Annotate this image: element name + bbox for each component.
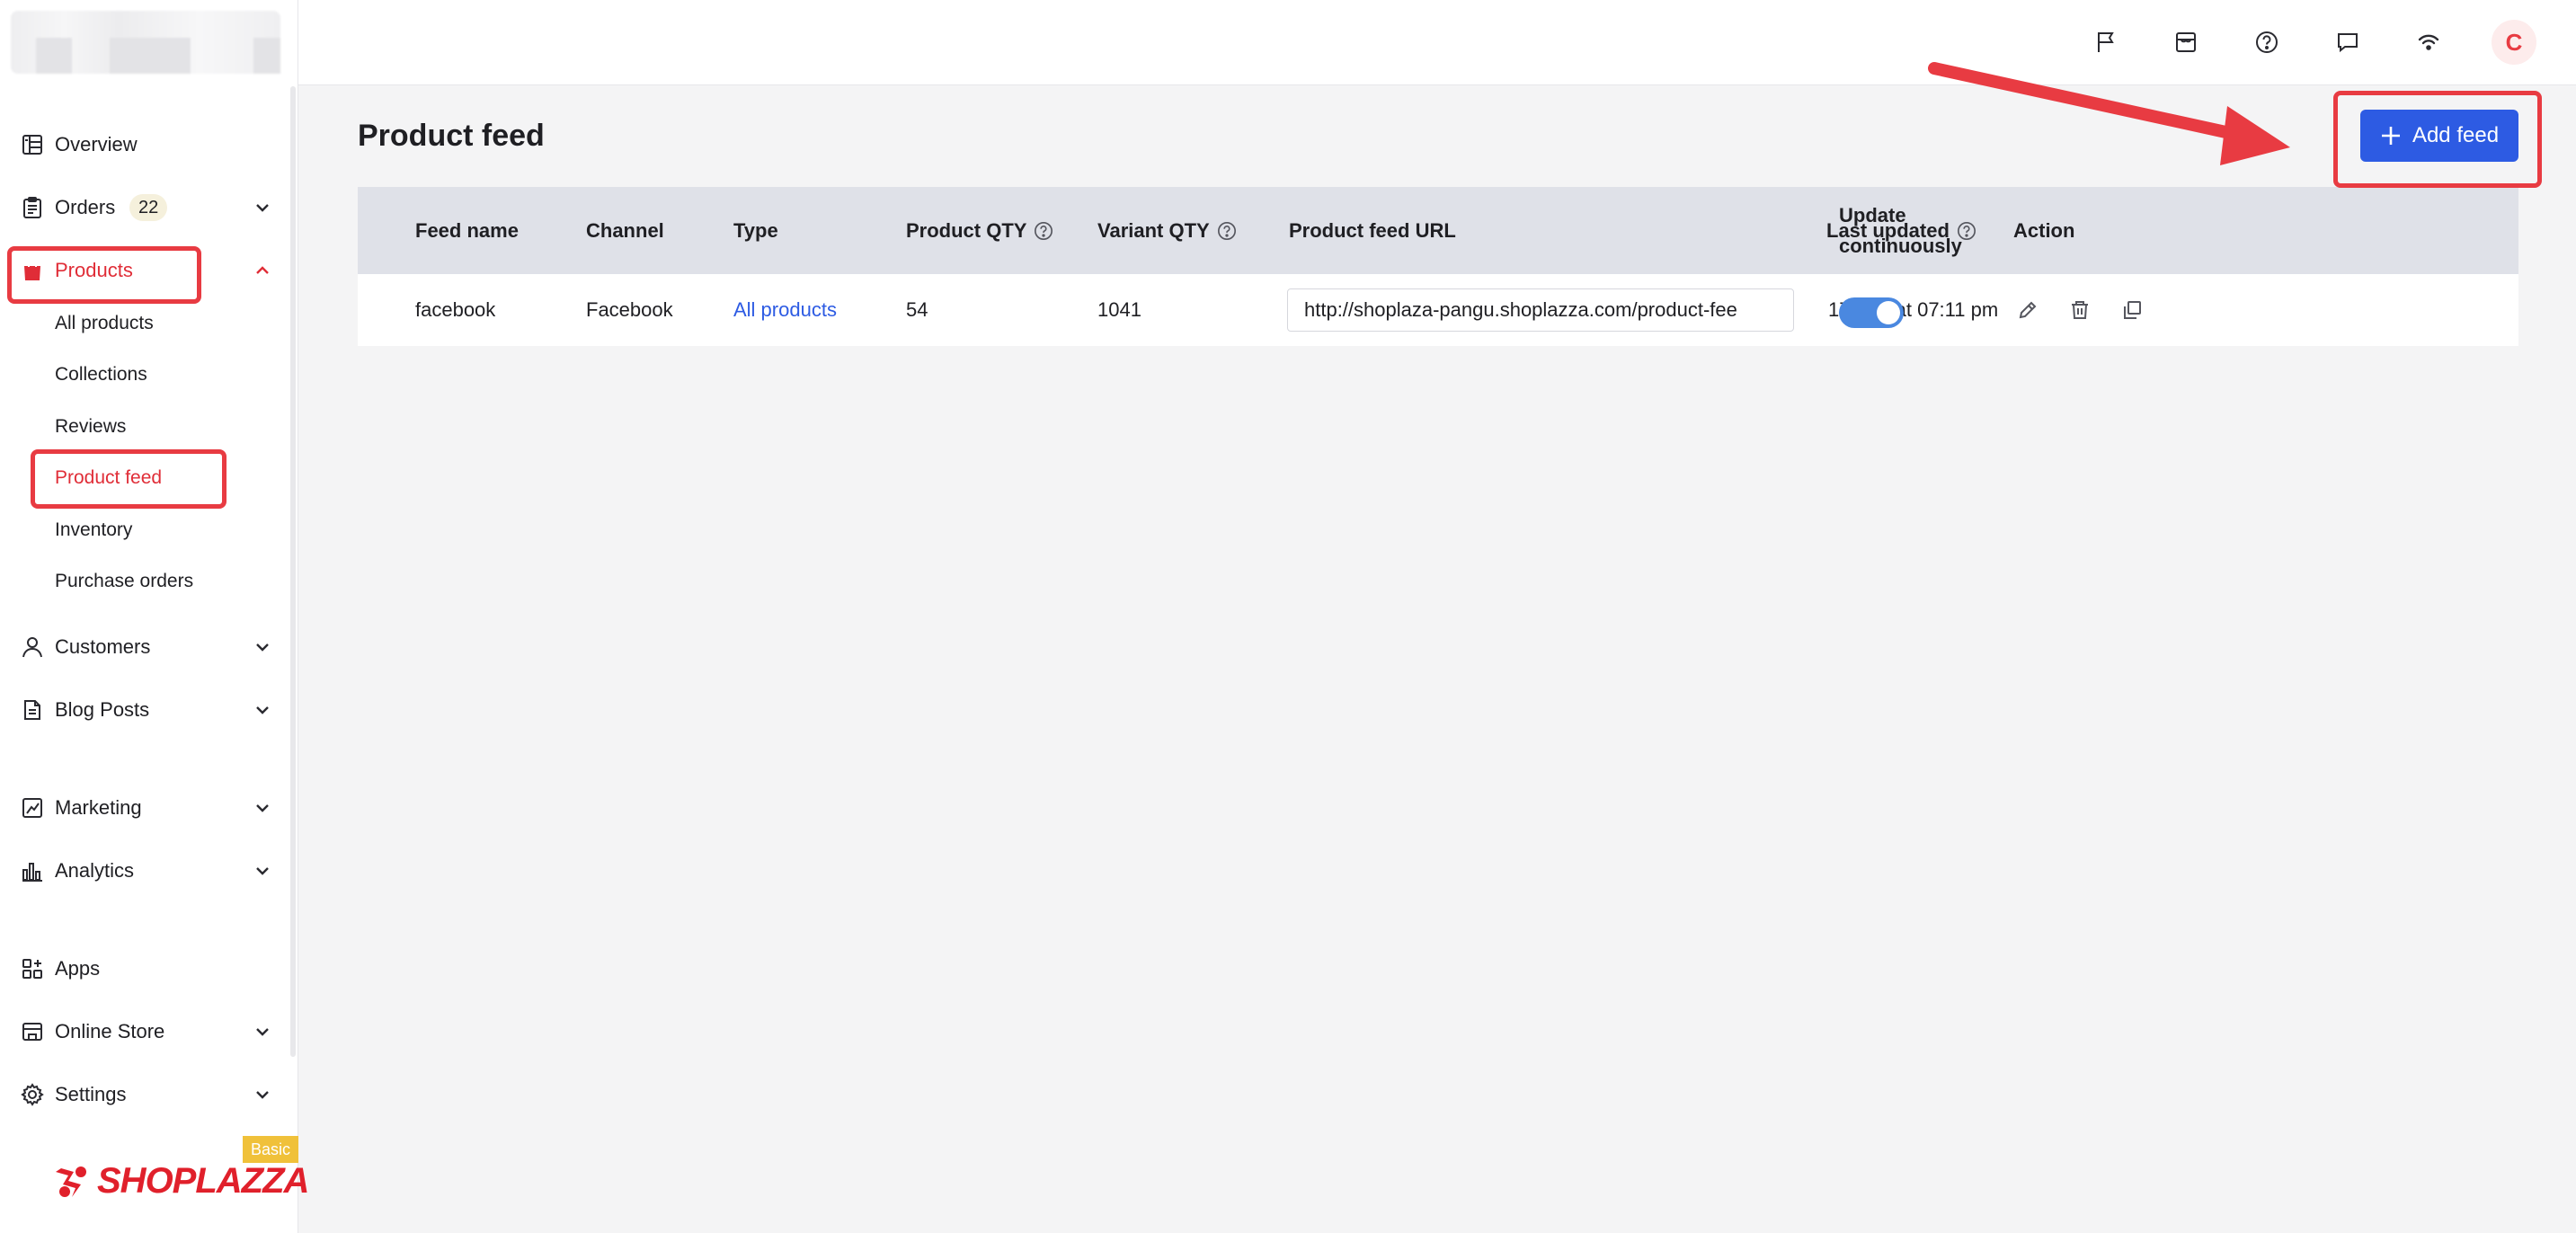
sidebar-item-customers[interactable]: Customers bbox=[0, 625, 288, 670]
sidebar-scrollbar[interactable] bbox=[290, 86, 296, 1057]
toggle-knob bbox=[1877, 301, 1900, 324]
store-icon bbox=[20, 1019, 45, 1044]
sidebar-item-label: Products bbox=[55, 259, 133, 281]
sidebar-subitem-reviews[interactable]: Reviews bbox=[55, 416, 126, 438]
sidebar: Overview Orders 22 Products All products bbox=[0, 0, 309, 1233]
column-header-label-line1: Update bbox=[1839, 203, 1906, 226]
app-root: Overview Orders 22 Products All products bbox=[0, 0, 2576, 1233]
product-feed-table: Feed name Channel Type Product QTY Varia… bbox=[358, 187, 2518, 346]
table-row: facebook Facebook All products 54 1041 1… bbox=[358, 274, 2518, 346]
sidebar-item-blog-posts[interactable]: Blog Posts bbox=[0, 687, 288, 732]
sidebar-item-label: Overview bbox=[55, 133, 138, 155]
chevron-down-icon bbox=[256, 204, 269, 212]
chevron-down-icon bbox=[256, 1028, 269, 1036]
wifi-icon[interactable] bbox=[2412, 25, 2446, 59]
sidebar-item-analytics[interactable]: Analytics bbox=[0, 848, 288, 893]
document-icon bbox=[20, 697, 45, 723]
orders-icon bbox=[20, 195, 45, 220]
marketing-icon bbox=[20, 795, 45, 821]
sidebar-item-label: Analytics bbox=[55, 859, 135, 882]
column-header-product-qty: Product QTY bbox=[906, 187, 1053, 274]
sidebar-item-label: Orders bbox=[55, 196, 116, 218]
sidebar-item-apps[interactable]: Apps bbox=[0, 946, 288, 991]
sidebar-item-products[interactable]: Products bbox=[0, 248, 288, 293]
add-feed-button[interactable]: Add feed bbox=[2360, 110, 2518, 162]
column-header-url: Product feed URL bbox=[1289, 218, 1456, 242]
brand-name: SHOPLAZZA bbox=[97, 1161, 309, 1201]
column-header-label-line2: continuously bbox=[1839, 234, 1962, 257]
cell-type-link[interactable]: All products bbox=[733, 274, 837, 346]
table-header: Feed name Channel Type Product QTY Varia… bbox=[358, 187, 2518, 274]
flag-icon[interactable] bbox=[2089, 25, 2123, 59]
help-icon[interactable] bbox=[1217, 221, 1237, 241]
chevron-down-icon bbox=[256, 867, 269, 875]
sidebar-item-orders[interactable]: Orders 22 bbox=[0, 185, 288, 230]
delete-icon[interactable] bbox=[2065, 296, 2094, 324]
avatar[interactable]: C bbox=[2492, 20, 2536, 65]
sidebar-item-label: Apps bbox=[55, 957, 101, 980]
copy-icon[interactable] bbox=[2118, 296, 2146, 324]
user-icon bbox=[20, 634, 45, 660]
column-header-label: Product QTY bbox=[906, 218, 1027, 242]
cell-product-qty: 54 bbox=[906, 298, 928, 321]
sidebar-item-overview[interactable]: Overview bbox=[0, 122, 288, 167]
chevron-down-icon bbox=[256, 1091, 269, 1099]
gear-icon bbox=[20, 1082, 45, 1107]
sidebar-item-label: Online Store bbox=[55, 1020, 165, 1042]
column-header-type: Type bbox=[733, 218, 778, 242]
store-icon[interactable] bbox=[2169, 25, 2203, 59]
cell-variant-qty: 1041 bbox=[1097, 298, 1141, 321]
sidebar-subitem-purchase-orders[interactable]: Purchase orders bbox=[55, 571, 193, 592]
plan-badge: Basic bbox=[243, 1136, 298, 1163]
column-header-variant-qty: Variant QTY bbox=[1097, 187, 1237, 274]
sidebar-item-label: Settings bbox=[55, 1083, 127, 1105]
column-header-action: Action bbox=[2013, 218, 2075, 242]
page-title: Product feed bbox=[358, 119, 545, 153]
sidebar-item-settings[interactable]: Settings bbox=[0, 1072, 288, 1117]
column-header-feed-name: Feed name bbox=[415, 218, 519, 242]
shoplazza-logo-icon bbox=[56, 1166, 86, 1197]
sidebar-item-label: Customers bbox=[55, 635, 151, 658]
main-content: Product feed Add feed Feed name Channel … bbox=[298, 86, 2576, 1233]
bar-chart-icon bbox=[20, 858, 45, 883]
cell-feed-name: facebook bbox=[415, 298, 496, 321]
feed-url-field[interactable] bbox=[1287, 288, 1794, 332]
chevron-down-icon bbox=[256, 706, 269, 714]
overview-icon bbox=[20, 132, 45, 157]
store-logo bbox=[11, 11, 280, 74]
plus-icon bbox=[2381, 127, 2400, 145]
column-header-update-continuously: Update continuously bbox=[1839, 187, 1962, 274]
column-header-channel: Channel bbox=[586, 218, 664, 242]
sidebar-item-online-store[interactable]: Online Store bbox=[0, 1009, 288, 1054]
chevron-up-icon bbox=[256, 266, 269, 274]
sidebar-subitem-inventory[interactable]: Inventory bbox=[55, 519, 132, 541]
shopping-bag-icon bbox=[20, 258, 45, 283]
column-header-label: Variant QTY bbox=[1097, 218, 1210, 242]
top-bar: C bbox=[298, 0, 2576, 85]
chevron-down-icon bbox=[256, 643, 269, 652]
sidebar-subitem-product-feed[interactable]: Product feed bbox=[55, 467, 162, 489]
edit-icon[interactable] bbox=[2013, 296, 2042, 324]
chevron-down-icon bbox=[256, 804, 269, 812]
update-continuously-toggle[interactable] bbox=[1839, 297, 1904, 328]
sidebar-item-label: Marketing bbox=[55, 796, 142, 819]
apps-icon bbox=[20, 956, 45, 981]
help-icon[interactable] bbox=[1034, 221, 1053, 241]
sidebar-item-marketing[interactable]: Marketing bbox=[0, 785, 288, 830]
shoplazza-logo: SHOPLAZZA bbox=[54, 1161, 309, 1202]
chat-icon[interactable] bbox=[2331, 25, 2365, 59]
orders-count-badge: 22 bbox=[129, 194, 168, 221]
add-feed-label: Add feed bbox=[2412, 123, 2500, 147]
help-icon[interactable] bbox=[2250, 25, 2284, 59]
sidebar-subitem-all-products[interactable]: All products bbox=[55, 313, 154, 334]
sidebar-item-label: Blog Posts bbox=[55, 698, 150, 721]
sidebar-subitem-collections[interactable]: Collections bbox=[55, 364, 147, 386]
cell-channel: Facebook bbox=[586, 298, 673, 321]
